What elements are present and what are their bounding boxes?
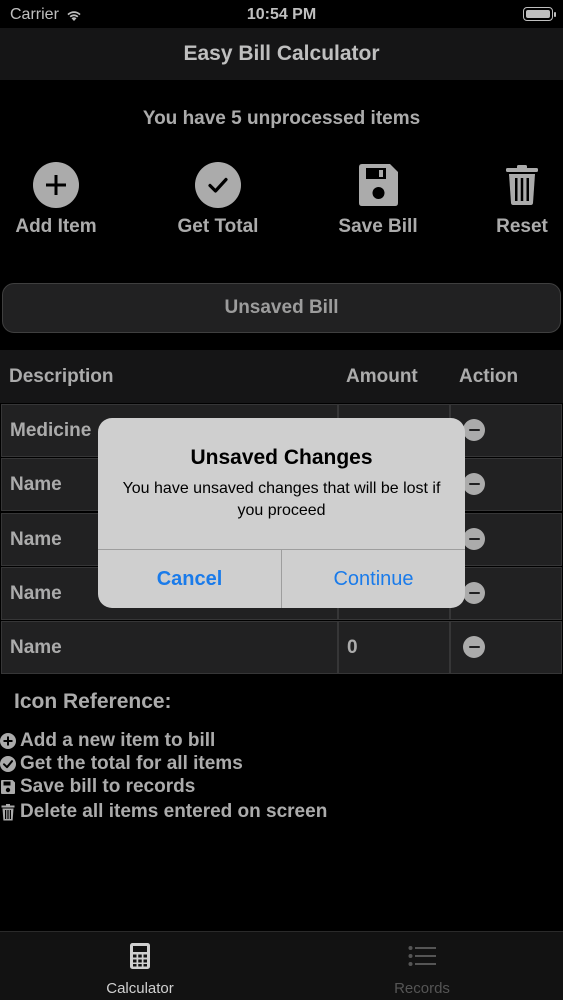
alert-title: Unsaved Changes (190, 446, 373, 469)
tab-calculator[interactable]: Calculator (40, 932, 240, 997)
alert-message: You have unsaved changes that will be lo… (122, 480, 441, 519)
tab-records[interactable]: Records (322, 932, 522, 997)
continue-button[interactable]: Continue (282, 550, 465, 608)
list-icon (408, 946, 436, 966)
tab-records-label: Records (394, 980, 450, 997)
calculator-icon (130, 943, 150, 969)
tab-calculator-label: Calculator (106, 980, 174, 997)
unsaved-changes-alert: Unsaved Changes You have unsaved changes… (98, 418, 465, 608)
tab-bar: Calculator Records (0, 931, 563, 1000)
cancel-button[interactable]: Cancel (98, 550, 281, 608)
